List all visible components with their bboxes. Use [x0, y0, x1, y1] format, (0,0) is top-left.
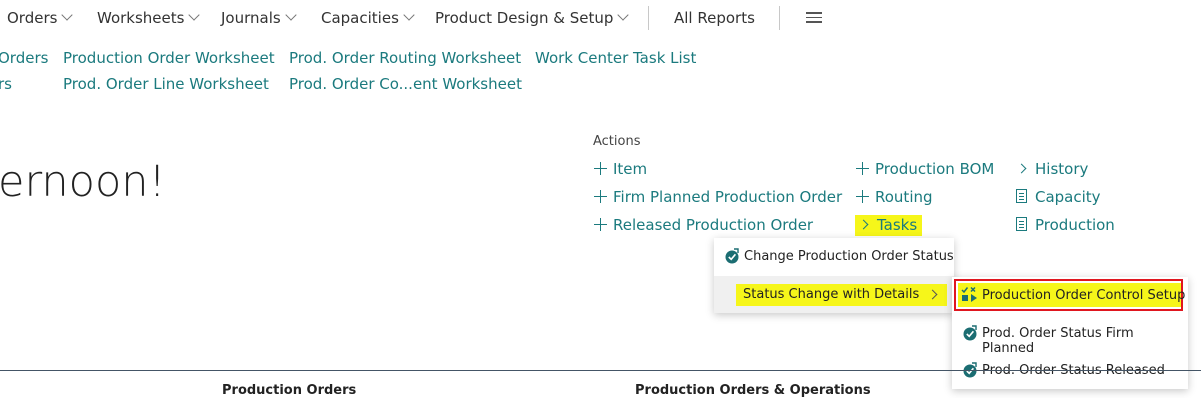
actions-heading: Actions	[593, 134, 641, 149]
chevron-down-icon	[617, 9, 630, 21]
action-label: Production BOM	[875, 160, 995, 178]
menu-item-status-firm-planned[interactable]: Prod. Order Status Firm Planned	[952, 315, 1188, 356]
link-truncated[interactable]: rs	[0, 75, 12, 93]
action-label: Released Production Order	[613, 216, 814, 234]
action-label: Firm Planned Production Order	[613, 188, 843, 206]
section-production-orders: Production Orders	[222, 383, 357, 398]
control-setup-icon	[961, 286, 977, 302]
link-prod-order-component-worksheet[interactable]: Prod. Order Co...ent Worksheet	[289, 75, 522, 93]
hamburger-menu-icon[interactable]	[806, 12, 822, 26]
menu-item-label: Status Change with Details	[736, 284, 948, 306]
action-capacity[interactable]: Capacity	[1016, 188, 1101, 206]
action-new-released-order[interactable]: Released Production Order	[594, 216, 813, 234]
action-new-item[interactable]: Item	[594, 160, 647, 178]
greeting-headline: ernoon!	[0, 157, 166, 207]
nav-divider	[648, 6, 649, 30]
action-label: Capacity	[1035, 188, 1101, 206]
nav-journals[interactable]: Journals	[221, 9, 297, 27]
tasks-menu: Change Production Order Status Status Ch…	[714, 238, 954, 313]
link-prod-order-line-worksheet[interactable]: Prod. Order Line Worksheet	[63, 75, 269, 93]
nav-capacities[interactable]: Capacities	[321, 9, 415, 27]
menu-item-label: Change Production Order Status	[744, 249, 954, 264]
plus-icon	[594, 162, 607, 175]
section-production-orders-operations: Production Orders & Operations	[635, 383, 871, 398]
nav-product-design-label: Product Design & Setup	[435, 9, 614, 27]
plus-icon	[856, 190, 869, 203]
menu-item-change-production-order-status[interactable]: Change Production Order Status	[714, 238, 954, 275]
action-label: Tasks	[877, 216, 918, 234]
nav-worksheets-label: Worksheets	[97, 9, 185, 27]
chevron-down-icon	[188, 9, 201, 21]
report-icon	[1016, 189, 1027, 203]
chevron-down-icon	[285, 9, 297, 21]
nav-all-reports[interactable]: All Reports	[674, 9, 755, 27]
nav-worksheets[interactable]: Worksheets	[97, 9, 201, 27]
action-label: Routing	[875, 188, 933, 206]
link-prod-order-routing-worksheet[interactable]: Prod. Order Routing Worksheet	[289, 49, 521, 67]
chevron-right-icon	[858, 219, 869, 230]
nav-journals-label: Journals	[221, 9, 281, 27]
chevron-down-icon	[403, 9, 415, 21]
nav-orders[interactable]: Orders	[7, 9, 74, 27]
link-work-center-task-list[interactable]: Work Center Task List	[535, 49, 696, 67]
nav-divider	[779, 6, 780, 30]
action-new-firm-planned-order[interactable]: Firm Planned Production Order	[594, 188, 842, 206]
menu-item-production-order-control-setup[interactable]: Production Order Control Setup	[952, 277, 1188, 314]
menu-item-status-change-with-details[interactable]: Status Change with Details	[714, 276, 954, 313]
action-label: Production	[1035, 216, 1115, 234]
action-label: History	[1035, 160, 1089, 178]
status-change-submenu: Production Order Control Setup Prod. Ord…	[952, 277, 1188, 389]
chevron-down-icon	[61, 9, 74, 21]
status-check-icon	[963, 325, 977, 341]
action-tasks[interactable]: Tasks	[855, 215, 923, 236]
menu-item-label: Production Order Control Setup	[982, 288, 1186, 303]
action-label: Item	[613, 160, 648, 178]
nav-product-design-setup[interactable]: Product Design & Setup	[435, 9, 630, 27]
plus-icon	[594, 190, 607, 203]
status-check-icon	[725, 248, 739, 264]
section-divider	[0, 370, 1201, 371]
plus-icon	[856, 162, 869, 175]
action-history[interactable]: History	[1016, 160, 1088, 178]
link-production-order-worksheet[interactable]: Production Order Worksheet	[63, 49, 275, 67]
action-new-production-bom[interactable]: Production BOM	[856, 160, 994, 178]
action-production[interactable]: Production	[1016, 216, 1115, 234]
chevron-right-icon	[1016, 163, 1027, 174]
nav-orders-label: Orders	[7, 9, 58, 27]
action-new-routing[interactable]: Routing	[856, 188, 933, 206]
nav-capacities-label: Capacities	[321, 9, 399, 27]
link-orders[interactable]: Orders	[0, 49, 48, 67]
report-icon	[1016, 217, 1027, 231]
plus-icon	[594, 218, 607, 231]
